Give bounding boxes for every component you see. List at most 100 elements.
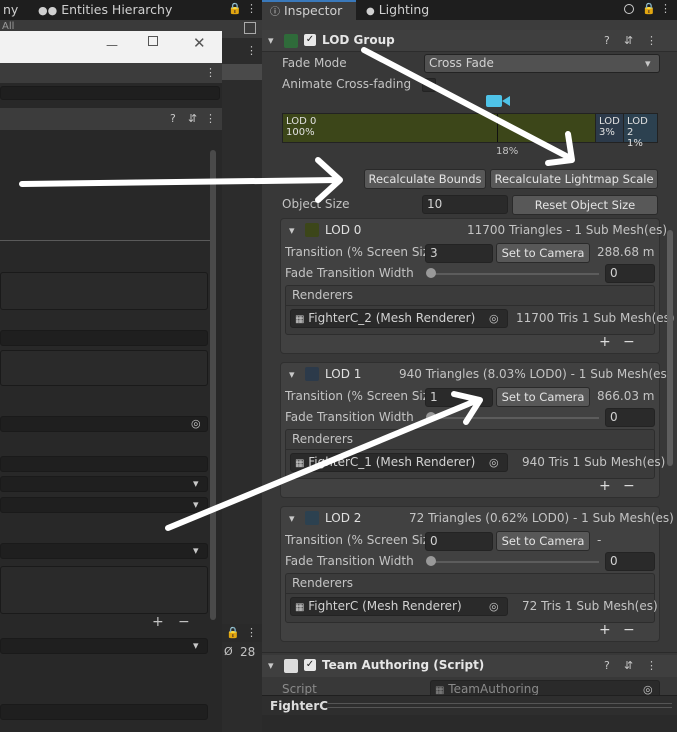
object-field[interactable]: ◎ (0, 416, 208, 432)
window-search-field[interactable] (0, 86, 220, 100)
remove-renderer-icon[interactable]: − (623, 334, 635, 350)
transition-field[interactable]: 3 (425, 244, 493, 263)
maximize-icon[interactable] (148, 36, 158, 46)
left-list[interactable] (0, 566, 208, 614)
object-picker-icon[interactable]: ◎ (191, 417, 201, 431)
lod-group-header[interactable]: ▾ ✓ LOD Group ? ⇵ ⋮ (262, 30, 677, 52)
fade-mode-dropdown[interactable]: Cross Fade ▾ (424, 54, 660, 73)
lod-bar-segment-0[interactable]: LOD 0 100% (283, 114, 595, 142)
left-field[interactable] (0, 456, 208, 472)
left-field[interactable] (0, 704, 208, 720)
scrollbar[interactable] (210, 150, 216, 620)
kebab-menu-icon[interactable]: ⋮ (246, 626, 257, 640)
left-dropdown[interactable]: ▾ (0, 543, 208, 559)
transition-field[interactable]: 1 (425, 388, 493, 407)
left-field[interactable] (0, 330, 208, 346)
help-icon[interactable]: ? (604, 34, 610, 48)
kebab-menu-icon[interactable]: ⋮ (205, 112, 216, 126)
kebab-menu-icon[interactable]: ⋮ (646, 34, 657, 48)
foldout-arrow-icon[interactable]: ▾ (268, 34, 274, 48)
kebab-menu-icon[interactable]: ⋮ (246, 44, 257, 58)
help-icon[interactable]: ? (604, 659, 610, 673)
preset-icon[interactable]: ⇵ (624, 34, 633, 48)
renderer-object-field[interactable]: ▦ FighterC_2 (Mesh Renderer) ◎ (290, 309, 508, 328)
inspector-scrollbar[interactable] (667, 230, 673, 466)
remove-renderer-icon[interactable]: − (623, 478, 635, 494)
team-authoring-header[interactable]: ▾ ✓ Team Authoring (Script) ? ⇵ ⋮ (262, 655, 677, 677)
lock-icon[interactable]: 🔒 (226, 626, 240, 640)
foldout-arrow-icon[interactable]: ▾ (289, 512, 295, 526)
checkbox-icon[interactable] (244, 22, 256, 34)
set-to-camera-button[interactable]: Set to Camera (496, 531, 590, 551)
fade-width-field[interactable]: 0 (605, 552, 655, 571)
add-renderer-icon[interactable]: + (599, 622, 611, 638)
visibility-counter[interactable]: Ø 28 (222, 642, 262, 662)
preview-footer[interactable]: FighterC (262, 695, 677, 715)
recalculate-bounds-button[interactable]: Recalculate Bounds (364, 169, 486, 189)
left-dropdown[interactable]: ▾ (0, 638, 208, 654)
remove-renderer-icon[interactable]: − (623, 622, 635, 638)
left-field[interactable] (0, 350, 208, 386)
kebab-menu-icon[interactable]: ⋮ (246, 2, 257, 16)
renderer-info: 940 Tris 1 Sub Mesh(es) (522, 455, 666, 469)
kebab-menu-icon[interactable]: ⋮ (646, 659, 657, 673)
reset-object-size-button[interactable]: Reset Object Size (512, 195, 658, 215)
left-dropdown[interactable]: ▾ (0, 497, 208, 513)
left-field[interactable] (0, 272, 208, 310)
mesh-renderer-icon: ▦ (295, 602, 305, 613)
preset-icon[interactable]: ⇵ (188, 112, 197, 126)
fade-width-slider[interactable] (429, 417, 599, 419)
object-picker-icon[interactable]: ◎ (489, 456, 499, 470)
foldout-arrow-icon[interactable]: ▾ (268, 659, 274, 673)
tab-label: Lighting (378, 2, 430, 17)
add-renderer-icon[interactable]: + (599, 334, 611, 350)
lod-bar-segment-1[interactable]: LOD 3% (595, 114, 623, 142)
fade-width-field[interactable]: 0 (605, 408, 655, 427)
animate-crossfading-checkbox[interactable] (422, 78, 436, 92)
fade-width-slider[interactable] (429, 273, 599, 275)
tab-scene-partial[interactable]: ny (0, 0, 30, 20)
camera-icon[interactable] (486, 95, 502, 107)
renderer-object-field[interactable]: ▦ FighterC (Mesh Renderer) ◎ (290, 597, 508, 616)
add-renderer-icon[interactable]: + (599, 478, 611, 494)
preset-icon[interactable]: ⇵ (624, 659, 633, 673)
slider-knob[interactable] (426, 412, 436, 422)
close-icon[interactable]: ✕ (193, 34, 206, 52)
fade-width-slider[interactable] (429, 561, 599, 563)
tab-entities-hierarchy[interactable]: ●● Entities Hierarchy (30, 0, 222, 20)
lock-icon[interactable]: 🔒 (228, 2, 242, 16)
lod-bar-segment-2[interactable]: LOD 2 1% (623, 114, 657, 149)
foldout-arrow-icon[interactable]: ▾ (289, 368, 295, 382)
lod-1-panel: ▾ LOD 1 940 Triangles (8.03% LOD0) - 1 S… (280, 362, 671, 498)
lock-icon[interactable]: 🔒 (642, 2, 656, 16)
transition-field[interactable]: 0 (425, 532, 493, 551)
enabled-checkbox[interactable]: ✓ (304, 659, 316, 671)
lod-group-icon (284, 34, 298, 48)
remove-icon[interactable]: − (178, 614, 190, 630)
transition-value: 1 (430, 390, 438, 404)
kebab-menu-icon[interactable]: ⋮ (660, 2, 671, 16)
add-icon[interactable]: + (152, 614, 164, 630)
object-size-field[interactable]: 10 (422, 195, 508, 214)
set-to-camera-button[interactable]: Set to Camera (496, 243, 590, 263)
tab-inspector[interactable]: ⓘ Inspector (262, 0, 356, 20)
slider-knob[interactable] (426, 556, 436, 566)
lod-bar[interactable]: LOD 0 100% LOD 3% LOD 2 1% (282, 113, 658, 149)
tab-lighting[interactable]: ● Lighting (360, 0, 450, 20)
object-picker-icon[interactable]: ◎ (489, 312, 499, 326)
kebab-menu-icon[interactable]: ⋮ (205, 66, 216, 80)
debug-toggle-icon[interactable] (624, 4, 634, 14)
left-dropdown[interactable]: ▾ (0, 476, 208, 492)
lod-summary: 11700 Triangles - 1 Sub Mesh(es) (467, 223, 668, 237)
renderer-object-field[interactable]: ▦ FighterC_1 (Mesh Renderer) ◎ (290, 453, 508, 472)
minimize-icon[interactable]: — (106, 38, 118, 52)
fade-width-field[interactable]: 0 (605, 264, 655, 283)
help-icon[interactable]: ? (170, 112, 176, 126)
recalculate-lightmap-scale-button[interactable]: Recalculate Lightmap Scale (490, 169, 658, 189)
mid-selected-row[interactable] (222, 64, 262, 80)
object-picker-icon[interactable]: ◎ (489, 600, 499, 614)
foldout-arrow-icon[interactable]: ▾ (289, 224, 295, 238)
set-to-camera-button[interactable]: Set to Camera (496, 387, 590, 407)
slider-knob[interactable] (426, 268, 436, 278)
enabled-checkbox[interactable]: ✓ (304, 34, 316, 46)
